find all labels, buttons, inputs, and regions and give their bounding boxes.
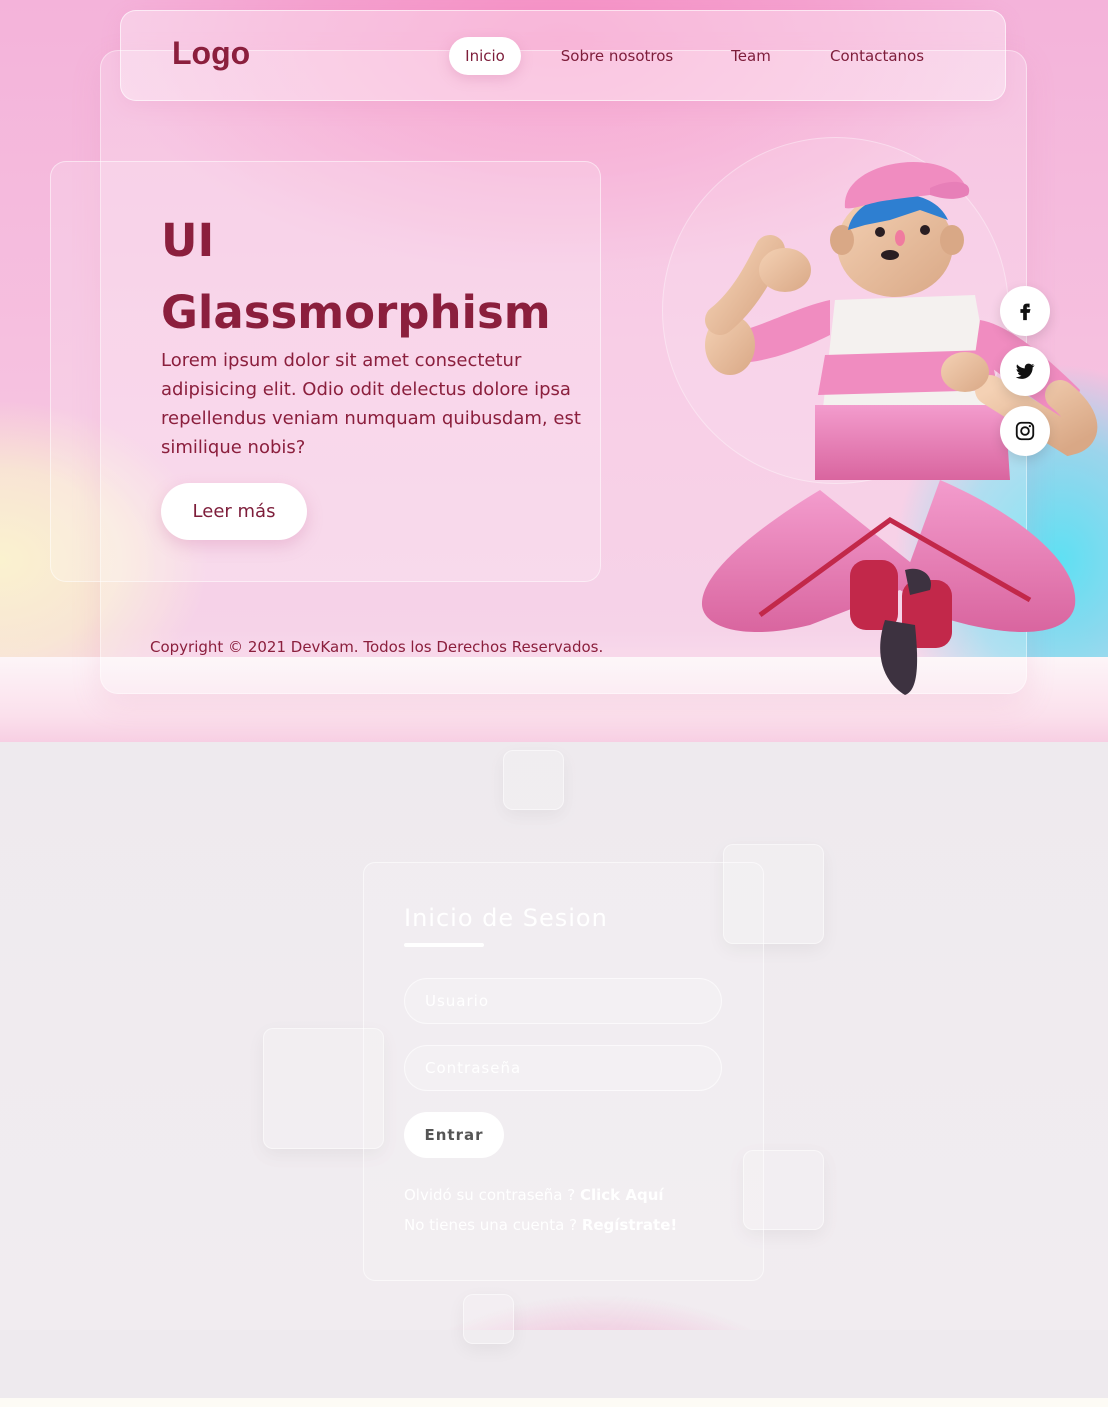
read-more-button[interactable]: Leer más [161, 483, 307, 540]
facebook-icon [1020, 303, 1031, 321]
login-title: Inicio de Sesion [404, 904, 608, 932]
instagram-button[interactable] [1000, 406, 1050, 456]
login-submit-button[interactable]: Entrar [404, 1112, 504, 1158]
decorative-square [503, 750, 564, 810]
forgot-password-link[interactable]: Click Aquí [580, 1186, 664, 1204]
login-title-underline [404, 943, 484, 947]
nav-item-contactanos[interactable]: Contactanos [816, 37, 938, 75]
register-link[interactable]: Regístrate! [582, 1216, 677, 1234]
instagram-icon [1015, 421, 1035, 441]
hero-description: Lorem ipsum dolor sit amet consectetur a… [161, 350, 581, 458]
username-input[interactable] [404, 978, 722, 1024]
nav-item-inicio[interactable]: Inicio [449, 37, 521, 75]
decorative-square [463, 1294, 514, 1344]
forgot-password-line: Olvidó su contraseña ? Click Aquí [404, 1186, 664, 1204]
forgot-password-text: Olvidó su contraseña ? [404, 1186, 576, 1204]
copyright-text: Copyright © 2021 DevKam. Todos los Derec… [150, 638, 604, 656]
password-input[interactable] [404, 1045, 722, 1091]
register-text: No tienes una cuenta ? [404, 1216, 578, 1234]
twitter-icon [1015, 363, 1035, 379]
nav-item-sobre-nosotros[interactable]: Sobre nosotros [549, 37, 685, 75]
register-line: No tienes una cuenta ? Regístrate! [404, 1216, 677, 1234]
nav-item-team[interactable]: Team [719, 37, 783, 75]
hero-title: UI Glassmorphism [161, 214, 551, 339]
facebook-button[interactable] [1000, 286, 1050, 336]
navbar: Logo Inicio Sobre nosotros Team Contacta… [120, 10, 1006, 101]
logo[interactable]: Logo [172, 35, 250, 72]
page-bottom-strip [0, 1398, 1108, 1407]
twitter-button[interactable] [1000, 346, 1050, 396]
